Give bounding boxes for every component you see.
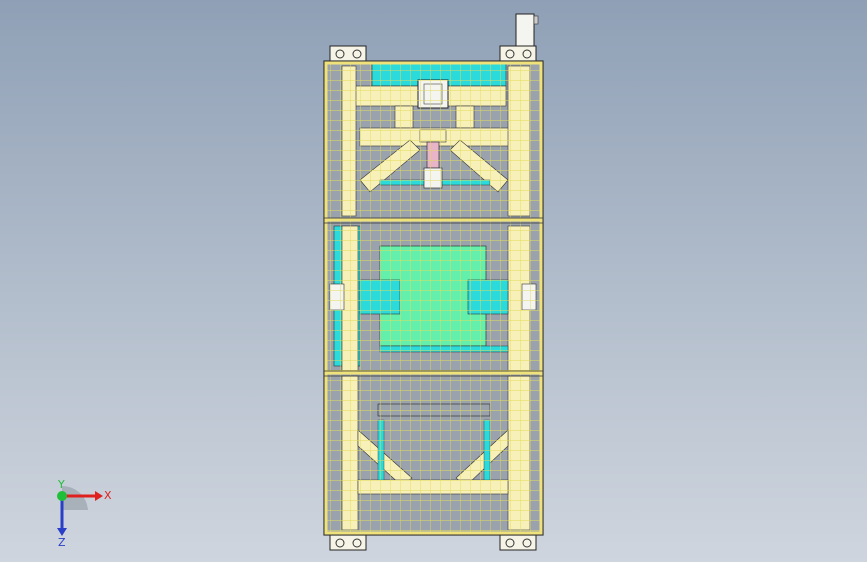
caster-bottom-right [499,534,537,551]
z-axis-label: Z [58,536,66,549]
caster-top-right [499,45,537,62]
y-axis-dot [57,491,67,501]
y-axis-label: Y [57,480,65,491]
x-axis-label: X [104,489,112,502]
caster-top-left [329,45,367,62]
cad-viewport[interactable] [0,0,867,562]
coordinate-triad[interactable]: X Y Z [40,480,120,550]
mesh-guard [326,63,541,533]
caster-bottom-left [329,534,367,551]
machine-frame[interactable] [323,60,544,536]
